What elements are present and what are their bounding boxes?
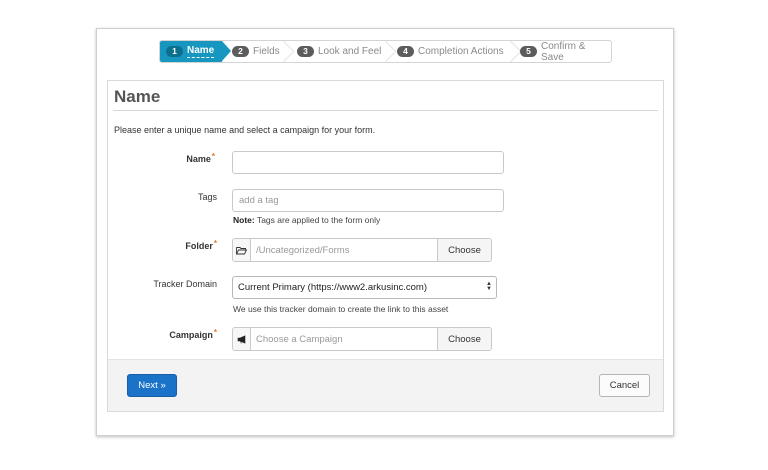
- campaign-choose-button[interactable]: Choose: [437, 328, 491, 350]
- campaign-field[interactable]: Choose a Campaign: [251, 328, 437, 350]
- step-number: 2: [232, 46, 249, 57]
- step-separator: [509, 41, 519, 62]
- megaphone-icon: [233, 328, 251, 350]
- panel-title: Name: [114, 87, 161, 106]
- wizard-step-completion-actions[interactable]: 4 Completion Actions: [397, 41, 504, 62]
- step-label: Confirm & Save: [541, 40, 586, 63]
- tracker-domain-selected: Current Primary (https://www2.arkusinc.c…: [238, 282, 427, 293]
- required-marker: *: [213, 239, 217, 248]
- step-label: Name: [187, 45, 215, 58]
- name-panel: Name Please enter a unique name and sele…: [107, 80, 664, 412]
- wizard-steps: 1 Name 2 Fields 3 Look and Feel 4 Comple…: [159, 40, 612, 63]
- title-divider: [113, 110, 658, 111]
- name-label: Name*: [186, 152, 215, 164]
- step-number: 3: [297, 46, 314, 57]
- required-marker: *: [213, 328, 217, 337]
- step-number: 4: [397, 46, 414, 57]
- panel-footer: Next » Cancel: [108, 359, 663, 411]
- campaign-label: Campaign*: [169, 328, 217, 340]
- folder-open-icon: [233, 239, 251, 261]
- folder-picker: /Uncategorized/Forms Choose: [232, 238, 492, 262]
- select-arrows-icon: ▲ ▼: [486, 281, 492, 292]
- tags-input[interactable]: add a tag: [232, 189, 504, 212]
- wizard-step-look-and-feel[interactable]: 3 Look and Feel: [297, 41, 381, 62]
- tracker-domain-select[interactable]: Current Primary (https://www2.arkusinc.c…: [232, 276, 497, 299]
- next-button[interactable]: Next »: [127, 374, 177, 397]
- intro-text: Please enter a unique name and select a …: [114, 125, 376, 135]
- wizard-step-name[interactable]: 1 Name: [160, 41, 231, 62]
- name-input[interactable]: [232, 151, 504, 174]
- form-wizard-window: 1 Name 2 Fields 3 Look and Feel 4 Comple…: [96, 28, 674, 436]
- step-number: 1: [166, 46, 183, 57]
- tracker-domain-label: Tracker Domain: [153, 279, 217, 289]
- step-label: Look and Feel: [318, 46, 382, 57]
- step-number: 5: [520, 46, 537, 57]
- tags-label: Tags: [197, 192, 217, 202]
- required-marker: *: [211, 152, 215, 161]
- tags-note: Note: Tags are applied to the form only: [233, 215, 381, 225]
- folder-label: Folder*: [185, 239, 217, 251]
- cancel-button[interactable]: Cancel: [599, 374, 650, 397]
- campaign-picker: Choose a Campaign Choose: [232, 327, 492, 351]
- tracker-domain-note: We use this tracker domain to create the…: [233, 304, 449, 314]
- folder-path-field[interactable]: /Uncategorized/Forms: [251, 239, 437, 261]
- wizard-step-confirm-save[interactable]: 5 Confirm & Save: [520, 41, 611, 62]
- step-label: Completion Actions: [418, 46, 504, 57]
- folder-choose-button[interactable]: Choose: [437, 239, 491, 261]
- step-separator: [384, 41, 394, 62]
- step-separator: [282, 41, 292, 62]
